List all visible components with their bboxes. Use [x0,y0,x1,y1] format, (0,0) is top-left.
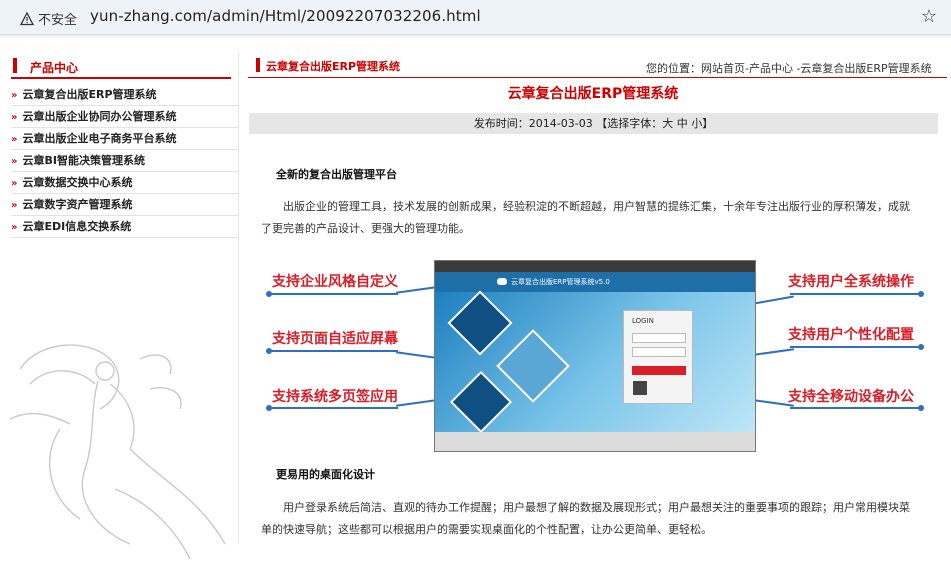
sidebar-item-erp[interactable]: » 云章复合出版ERP管理系统 [11,84,239,106]
publish-info[interactable]: 发布时间：2014-03-03 【选择字体：大 中 小】 [249,113,938,134]
feature-mobile-office: 支持全移动设备办公 [788,389,914,405]
security-indicator[interactable]: 不安全 [20,9,77,28]
breadcrumb[interactable]: 您的位置：网站首页-产品中心 -云章复合出版ERP管理系统 [646,60,932,76]
security-label: 不安全 [38,13,78,28]
double-chevron-icon: » [11,222,18,233]
screenshot-header: 云章复合出版ERP管理系统v5.0 [435,272,755,292]
connector-line [790,407,920,409]
connector-line [754,295,794,305]
sidebar-item-bi[interactable]: » 云章BI智能决策管理系统 [11,150,239,172]
bookmark-star-icon[interactable]: ☆ [921,6,937,27]
qr-code-icon [633,381,647,395]
sidebar-item-edi[interactable]: » 云章EDI信息交换系统 [11,216,239,238]
cloud-logo-icon [497,278,507,285]
sidebar: 产品中心 » 云章复合出版ERP管理系统 » 云章出版企业协同办公管理系统 » 云章出… [0,52,239,560]
connector-line [268,407,398,409]
section-divider [248,77,947,78]
paragraph-desktop: 用户登录系统后简洁、直观的待办工作提醒；用户最想了解的数据及展现形式；用户最想关… [261,501,910,536]
double-chevron-icon: » [11,90,18,101]
title-bar-marker [13,58,17,73]
feature-style-custom: 支持企业风格自定义 [272,274,398,290]
toolbar-shadow [0,35,951,39]
feature-personalize: 支持用户个性化配置 [788,327,914,343]
connector-line [268,293,398,295]
screenshot-body: LOGIN [435,290,755,434]
section-title: 云章复合出版ERP管理系统 [256,58,400,74]
connector-line [396,286,436,294]
feature-full-system: 支持用户全系统操作 [788,274,914,290]
connector-line [268,350,398,352]
connector-line [396,351,436,359]
connector-dot [266,291,272,297]
connector-dot [918,405,924,411]
double-chevron-icon: » [11,178,18,189]
diamond-tile [496,329,570,403]
heading-platform: 全新的复合出版管理平台 [276,168,397,181]
title-bar-marker [256,58,260,72]
connector-dot [918,291,924,297]
article-title: 云章复合出版ERP管理系统 [507,86,679,102]
feature-multi-tab: 支持系统多页签应用 [272,389,398,405]
connector-line [396,399,436,407]
screenshot-footer [435,432,755,451]
username-field [632,333,686,343]
sidebar-menu: » 云章复合出版ERP管理系统 » 云章出版企业协同办公管理系统 » 云章出版企业电子… [11,84,239,238]
feature-adaptive-screen: 支持页面自适应屏幕 [272,331,398,347]
password-field [632,347,686,357]
flying-apsara-decoration [9,344,226,560]
double-chevron-icon: » [11,112,18,123]
connector-dot [918,344,924,350]
double-chevron-icon: » [11,134,18,145]
sidebar-item-ecommerce[interactable]: » 云章出版企业电子商务平台系统 [11,128,239,150]
connector-dot [266,348,272,354]
screenshot-login-panel: LOGIN [623,310,693,404]
connector-dot [266,405,272,411]
feature-figure: 支持企业风格自定义 支持页面自适应屏幕 支持系统多页签应用 支持用户全系统操作 … [258,256,940,452]
warning-icon [20,11,34,25]
diamond-tile [449,370,513,434]
screenshot-window-bar [435,261,755,272]
heading-desktop: 更易用的桌面化设计 [276,468,375,481]
connector-line [790,346,920,348]
double-chevron-icon: » [11,156,18,167]
sidebar-divider [11,77,231,79]
double-chevron-icon: » [11,200,18,211]
login-button [632,366,686,375]
paragraph-intro: 出版企业的管理工具，技术发展的创新成果，经验积淀的不断超越，用户智慧的提练汇集，… [261,200,910,235]
connector-line [754,348,794,356]
login-label: LOGIN [632,317,654,325]
sidebar-item-oa[interactable]: » 云章出版企业协同办公管理系统 [11,106,239,128]
address-bar[interactable]: 不安全 yun-zhang.com/admin/Html/20092207032… [0,0,951,35]
diamond-tile [447,290,513,356]
connector-line [790,293,920,295]
url-text[interactable]: yun-zhang.com/admin/Html/20092207032206.… [90,7,481,25]
sidebar-item-digital-assets[interactable]: » 云章数字资产管理系统 [11,194,239,216]
product-screenshot: 云章复合出版ERP管理系统v5.0 LOGIN [434,260,756,452]
sidebar-item-data-exchange[interactable]: » 云章数据交换中心系统 [11,172,239,194]
